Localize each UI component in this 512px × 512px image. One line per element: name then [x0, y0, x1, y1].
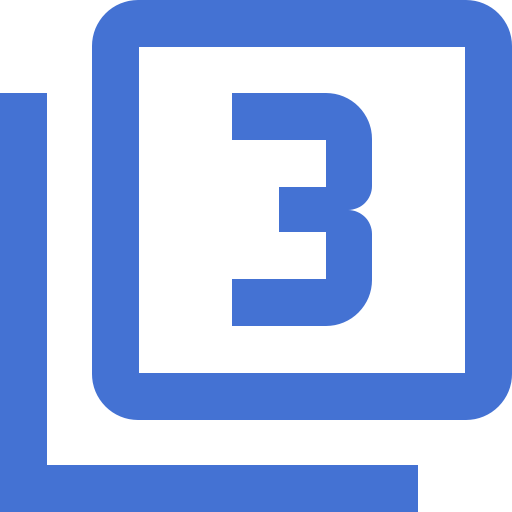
- filter-3-icon: [0, 0, 512, 512]
- icon-canvas: [0, 0, 512, 512]
- numeral-glyph: [232, 93, 372, 326]
